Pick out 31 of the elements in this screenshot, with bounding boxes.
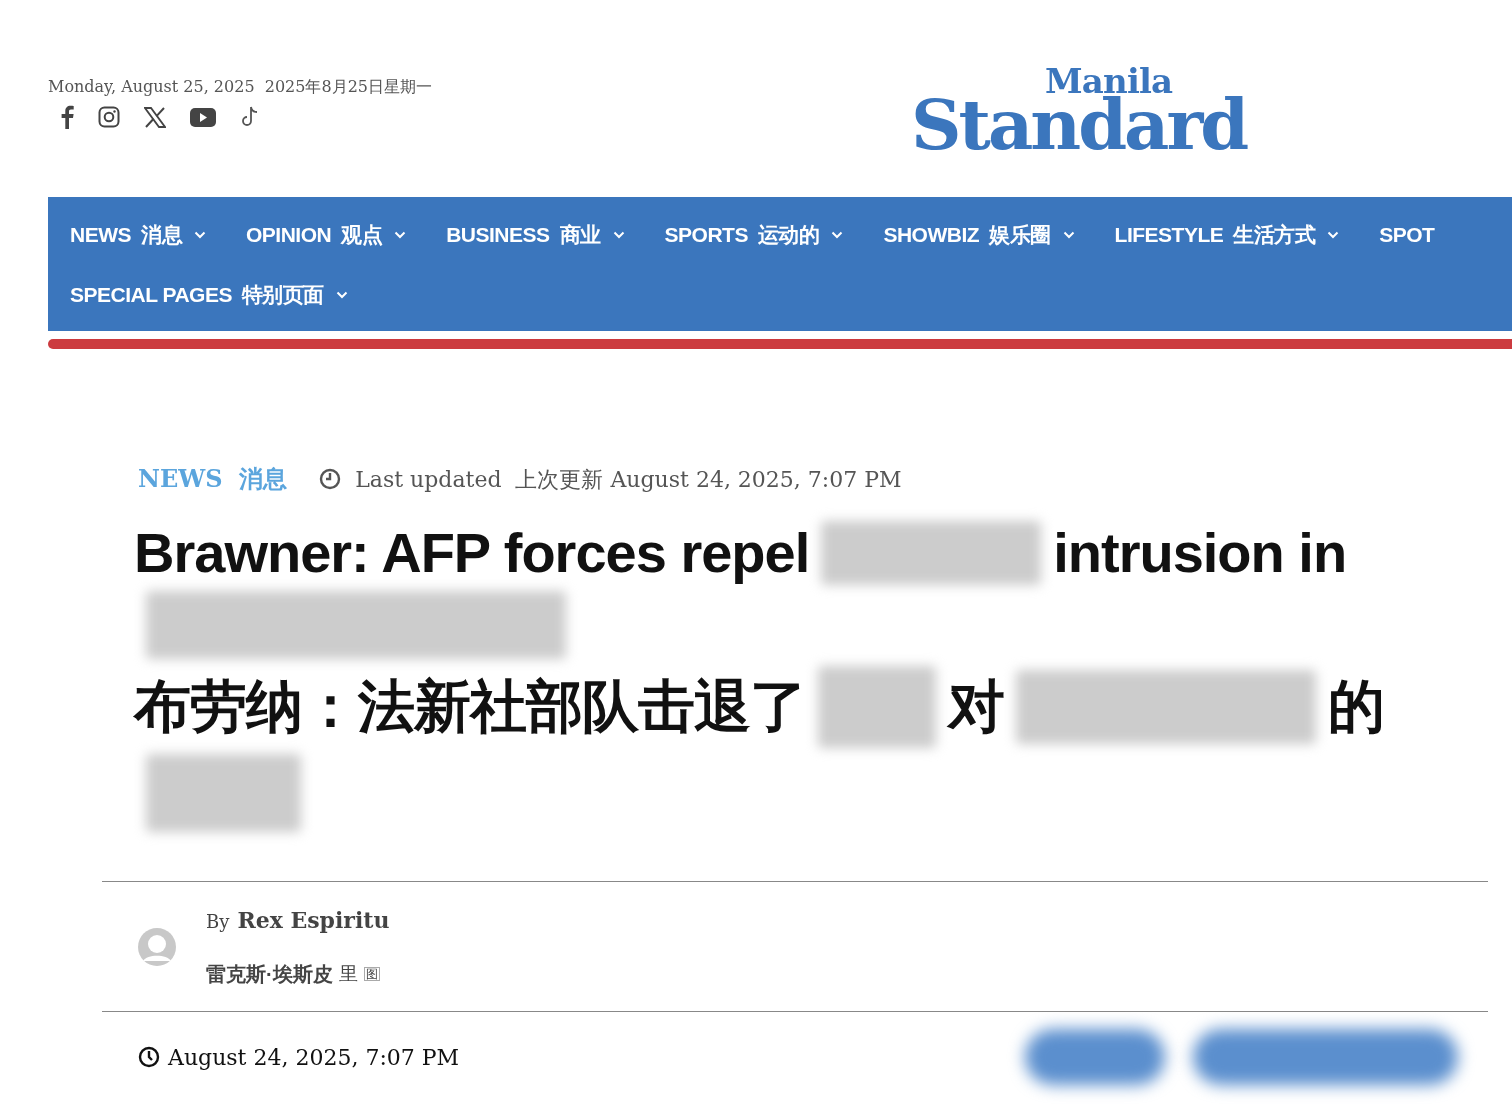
clock-icon	[138, 1046, 160, 1068]
play-icon[interactable]	[190, 107, 216, 127]
category-link[interactable]: NEWS 消息	[138, 461, 288, 497]
facebook-icon[interactable]	[60, 105, 74, 129]
byline-label: By	[206, 910, 230, 934]
headline-text: 的	[1328, 673, 1384, 741]
author-name-text: 里	[338, 961, 358, 986]
nav-link[interactable]: SPOT	[1379, 219, 1435, 251]
headline-text: intrusion in	[1053, 520, 1347, 586]
publish-date: August 24, 2025, 7:07 PM	[168, 1043, 460, 1072]
x-logo-icon[interactable]	[144, 106, 166, 128]
headline-text: 布劳纳：法新社部队击退了	[134, 673, 806, 741]
image-placeholder-text: 图	[363, 967, 380, 981]
author-link[interactable]: Rex Espiritu	[237, 904, 390, 937]
headline-text: 对	[948, 673, 1004, 741]
clock-icon	[319, 468, 342, 490]
date-text: Monday, August 25, 2025 2025年8月25日星期一	[48, 76, 433, 97]
nav-link[interactable]: BUSINESS 商业	[446, 219, 625, 251]
site-logo[interactable]: Manila Standard	[911, 64, 1247, 197]
nav-link[interactable]: OPINION 观点	[246, 219, 407, 251]
nav-link[interactable]: SHOWBIZ 娱乐圈	[883, 219, 1075, 251]
nav-link[interactable]: SPECIAL PAGES 特别页面	[70, 279, 348, 311]
avatar-icon	[138, 927, 176, 966]
headline-text: Brawner: AFP forces repel	[134, 520, 810, 586]
updated-text: Last updated 上次更新 August 24, 2025, 7:07 PM	[355, 465, 902, 494]
nav-link[interactable]: LIFESTYLE 生活方式	[1114, 219, 1340, 251]
instagram-icon[interactable]	[98, 106, 120, 128]
author-name-text: 雷克斯·埃斯皮	[206, 962, 333, 987]
nav-link[interactable]: NEWS 消息	[70, 219, 206, 251]
music-note-icon[interactable]	[240, 106, 260, 128]
nav-link[interactable]: SPORTS 运动的	[664, 219, 844, 251]
